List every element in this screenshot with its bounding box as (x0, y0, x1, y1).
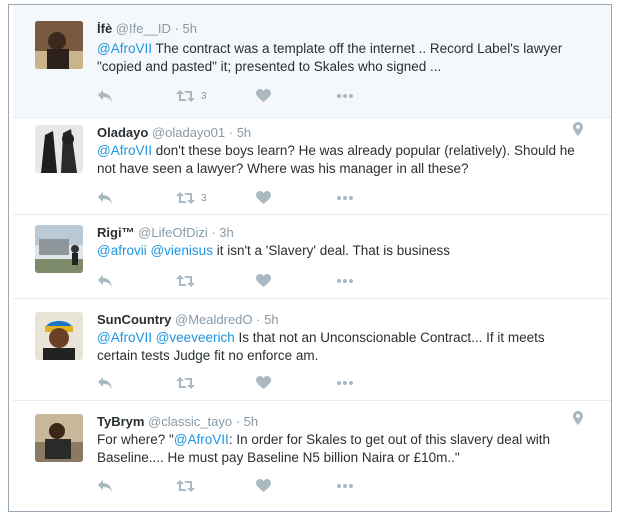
like-button[interactable] (256, 88, 271, 104)
avatar[interactable] (35, 414, 83, 462)
mention-link[interactable]: @AfroVII @veeveerich (97, 330, 235, 345)
tweet-header: SunCountry @MealdredO · 5h (97, 312, 279, 327)
more-icon (337, 94, 353, 98)
handle[interactable]: @Ife__ID (116, 21, 171, 36)
more-icon (337, 381, 353, 385)
tweet-header: Rigi™ @LifeOfDizi · 3h (97, 225, 234, 240)
avatar[interactable] (35, 312, 83, 360)
tweet-text: For where? "@AfroVII: In order for Skale… (97, 432, 550, 465)
display-name[interactable]: Oladayo (97, 125, 148, 140)
tweet-text: @AfroVII The contract was a template off… (97, 41, 563, 74)
mention-link[interactable]: @AfroVII (97, 143, 152, 158)
tweet-text: @AfroVII don't these boys learn? He was … (97, 143, 575, 176)
reply-button[interactable] (97, 88, 113, 104)
display-name[interactable]: İfè (97, 21, 112, 36)
tweet-item[interactable]: SunCountry @MealdredO · 5h @AfroVII @vee… (13, 299, 611, 401)
retweet-button[interactable] (176, 478, 201, 494)
display-name[interactable]: TyBrym (97, 414, 144, 429)
avatar[interactable] (35, 21, 83, 69)
reply-icon (98, 480, 112, 492)
handle[interactable]: @classic_tayo (148, 414, 232, 429)
tweet-item[interactable]: Oladayo @oladayo01 · 5h @AfroVII don't t… (13, 118, 611, 215)
tweet-header: İfè @Ife__ID · 5h (97, 21, 197, 36)
more-icon (337, 484, 353, 488)
more-button[interactable] (336, 375, 354, 391)
heart-icon (256, 376, 271, 389)
tweet-header: Oladayo @oladayo01 · 5h (97, 125, 251, 140)
tweet-item[interactable]: İfè @Ife__ID · 5h @AfroVII The contract … (13, 5, 611, 118)
timestamp[interactable]: · 5h (175, 21, 197, 36)
reply-icon (98, 275, 112, 287)
timestamp[interactable]: · 5h (236, 414, 258, 429)
tweet-item[interactable]: Rigi™ @LifeOfDizi · 3h @afrovii @vienisu… (13, 215, 611, 299)
retweet-count: 3 (201, 90, 207, 102)
reply-button[interactable] (97, 190, 113, 206)
tweet-item[interactable]: TyBrym @classic_tayo · 5h For where? "@A… (13, 401, 611, 506)
heart-icon (256, 89, 271, 102)
location-pin-icon[interactable] (573, 122, 583, 141)
retweet-icon (176, 90, 195, 102)
more-button[interactable] (336, 273, 354, 289)
reply-button[interactable] (97, 273, 113, 289)
tweet-text: @afrovii @vienisus it isn't a 'Slavery' … (97, 243, 451, 258)
like-button[interactable] (256, 273, 271, 289)
more-icon (337, 196, 353, 200)
mention-link[interactable]: @afrovii @vienisus (97, 243, 213, 258)
display-name[interactable]: Rigi™ (97, 225, 135, 240)
heart-icon (256, 274, 271, 287)
reply-icon (98, 90, 112, 102)
more-button[interactable] (336, 478, 354, 494)
display-name[interactable]: SunCountry (97, 312, 171, 327)
retweet-button[interactable]: 3 (176, 88, 207, 104)
reply-button[interactable] (97, 478, 113, 494)
more-button[interactable] (336, 190, 354, 206)
timestamp[interactable]: · 5h (229, 125, 251, 140)
timestamp[interactable]: · 5h (256, 312, 278, 327)
heart-icon (256, 479, 271, 492)
retweet-button[interactable] (176, 375, 201, 391)
reply-icon (98, 377, 112, 389)
retweet-button[interactable]: 3 (176, 190, 207, 206)
retweet-button[interactable] (176, 273, 201, 289)
avatar[interactable] (35, 125, 83, 173)
more-button[interactable] (336, 88, 354, 104)
mention-link[interactable]: @AfroVII (174, 432, 229, 447)
tweet-text: @AfroVII @veeveerich Is that not an Unco… (97, 330, 545, 363)
tweet-header: TyBrym @classic_tayo · 5h (97, 414, 258, 429)
like-button[interactable] (256, 190, 271, 206)
like-button[interactable] (256, 478, 271, 494)
timestamp[interactable]: · 3h (211, 225, 233, 240)
handle[interactable]: @MealdredO (175, 312, 253, 327)
handle[interactable]: @oladayo01 (152, 125, 225, 140)
retweet-icon (176, 480, 195, 492)
retweet-icon (176, 275, 195, 287)
more-icon (337, 279, 353, 283)
reply-icon (98, 192, 112, 204)
location-pin-icon[interactable] (573, 411, 583, 430)
reply-button[interactable] (97, 375, 113, 391)
retweet-icon (176, 377, 195, 389)
retweet-count: 3 (201, 192, 207, 204)
retweet-icon (176, 192, 195, 204)
avatar[interactable] (35, 225, 83, 273)
like-button[interactable] (256, 375, 271, 391)
handle[interactable]: @LifeOfDizi (138, 225, 208, 240)
heart-icon (256, 191, 271, 204)
mention-link[interactable]: @AfroVII (97, 41, 152, 56)
